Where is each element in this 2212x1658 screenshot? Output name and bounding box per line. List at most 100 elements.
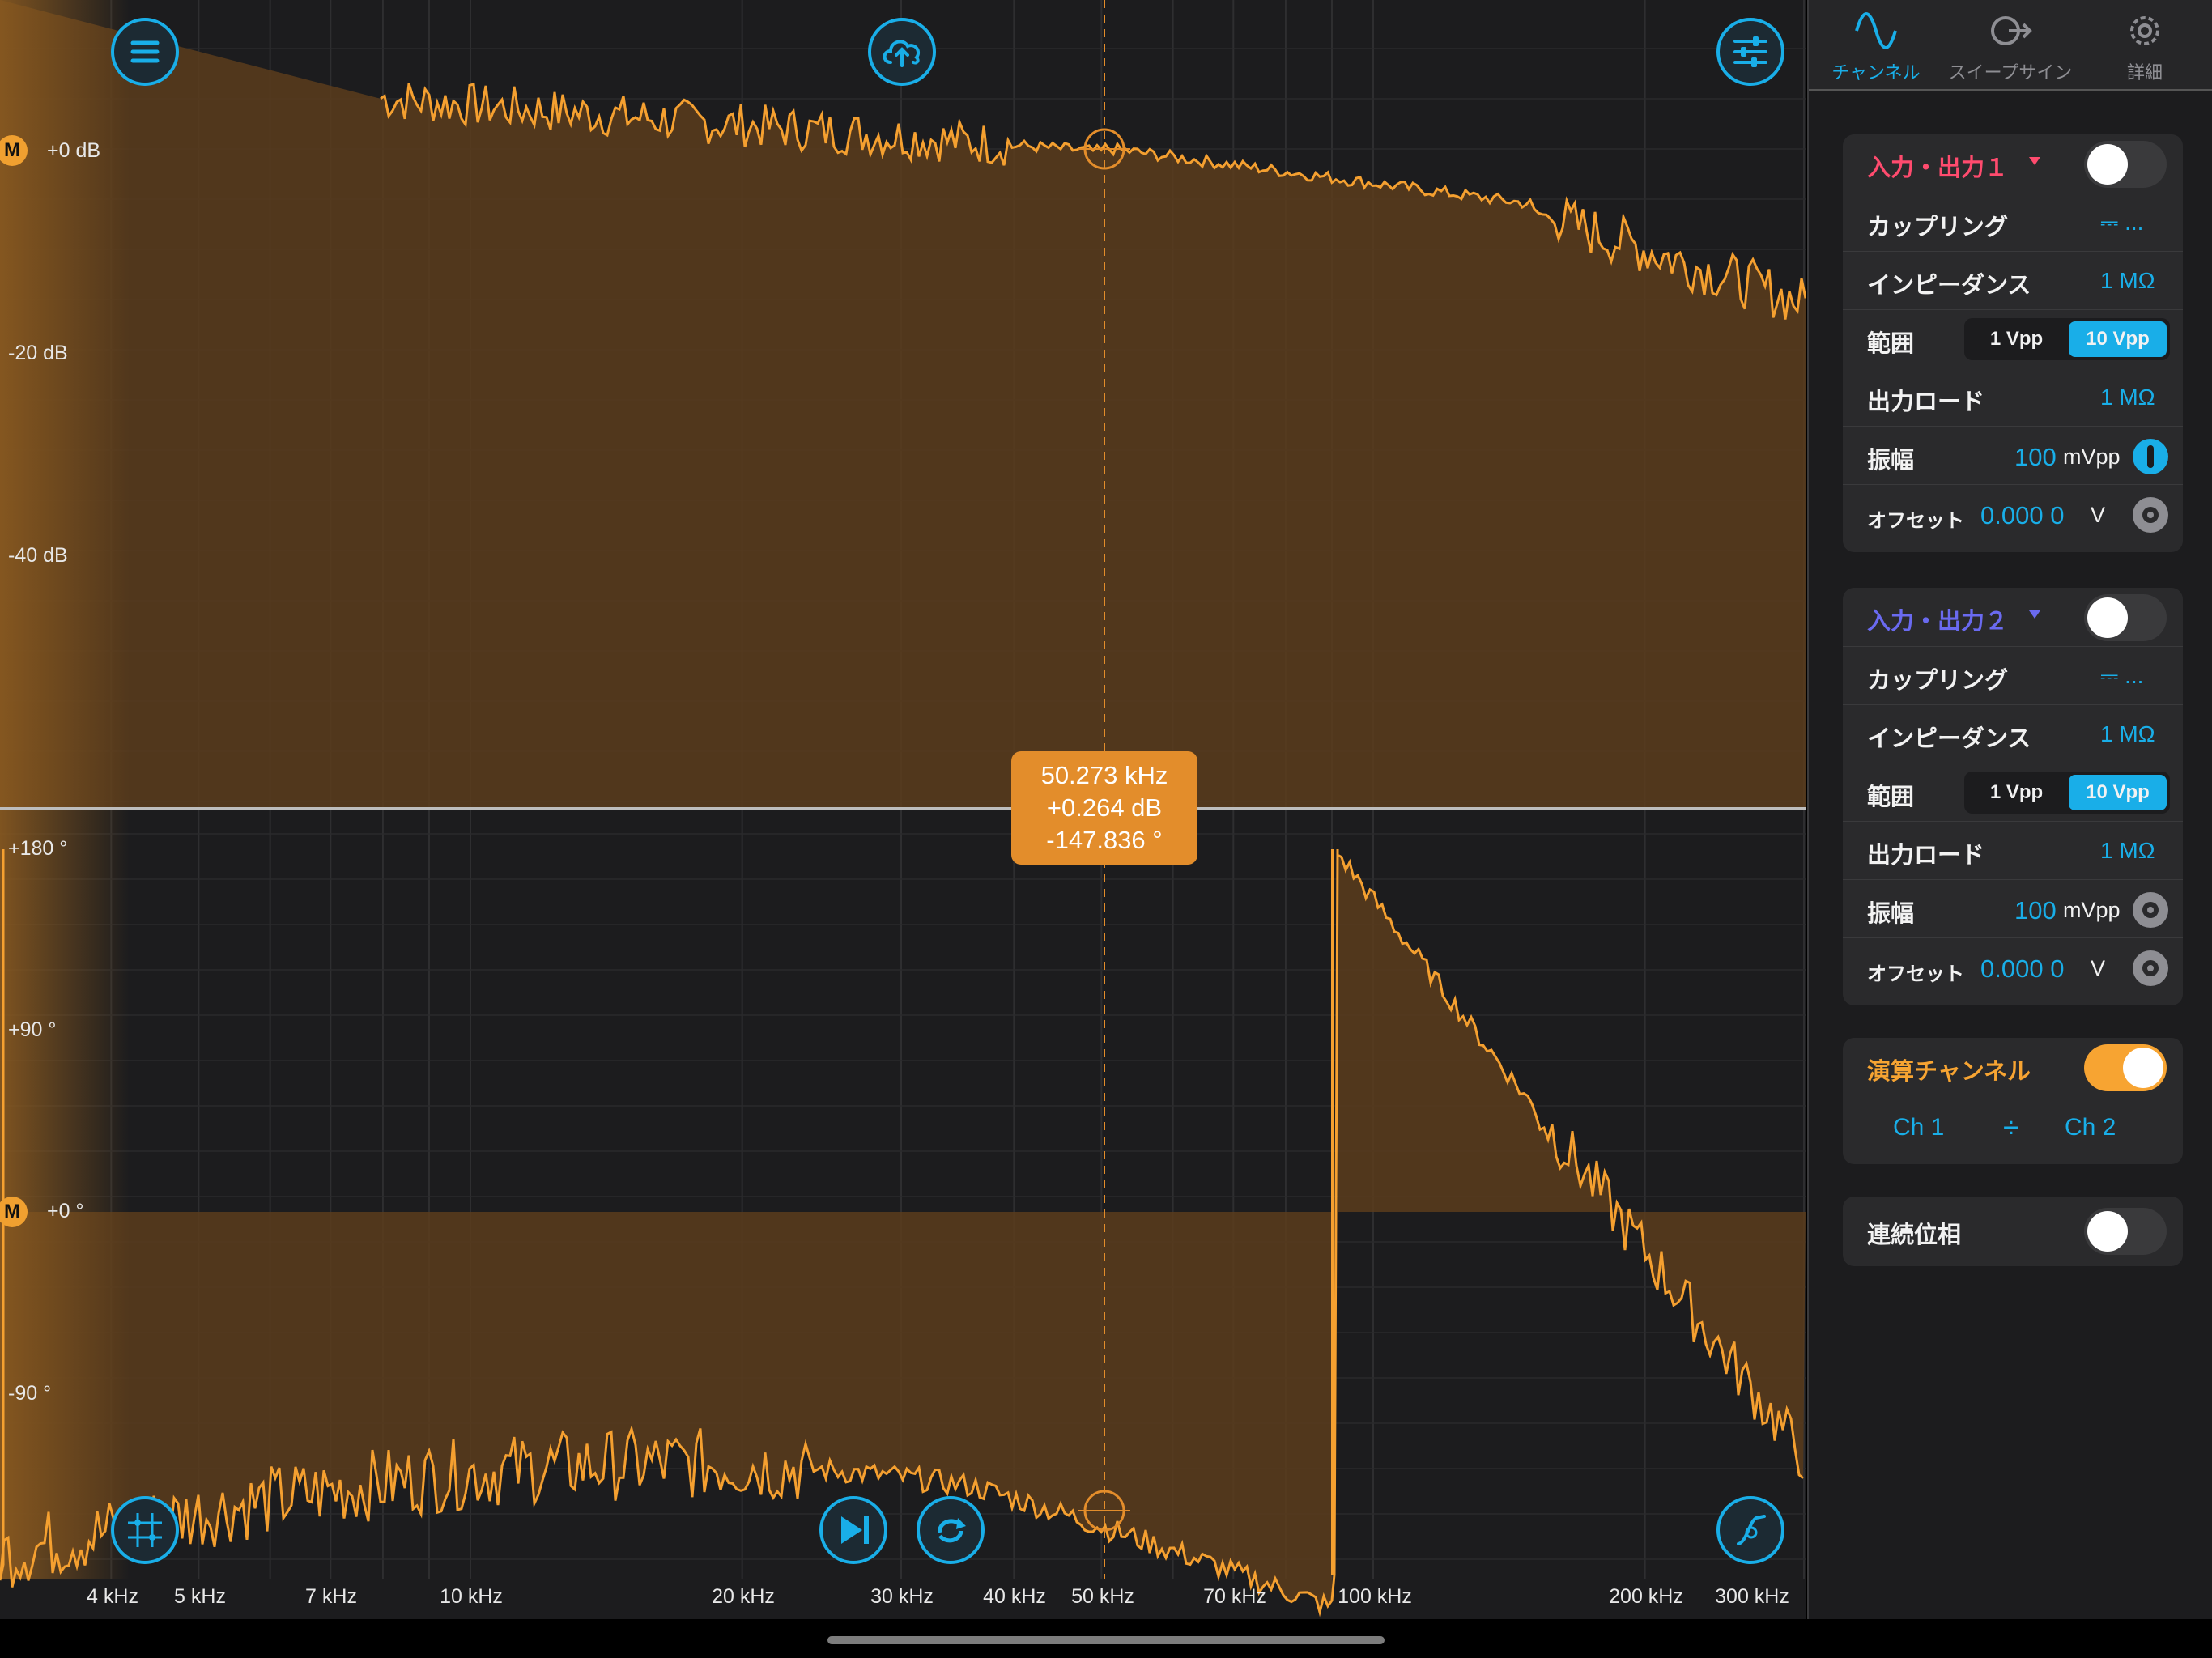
ch2-range-segmented[interactable]: 1 Vpp 10 Vpp — [1964, 772, 2170, 814]
settings-sidebar: チャンネル スイープサイン 詳細 入力・出力１ カップリング ⎓ ... インピ… — [1807, 0, 2212, 1619]
ch1-coupling-row[interactable]: カップリング ⎓ ... — [1843, 193, 2183, 252]
tab-details[interactable]: 詳細 — [2078, 0, 2212, 89]
cloud-upload-icon[interactable] — [868, 18, 936, 86]
ch2-load-value[interactable]: 1 MΩ — [2100, 838, 2155, 864]
toggle-knob — [2087, 597, 2128, 638]
phase-tick-180: +180 ° — [8, 837, 68, 860]
freq-tick: 10 kHz — [440, 1585, 503, 1608]
ch2-impedance-value[interactable]: 1 MΩ — [2100, 721, 2155, 747]
sliders-icon[interactable] — [1716, 18, 1784, 86]
ch2-load-row[interactable]: 出力ロード 1 MΩ — [1843, 821, 2183, 880]
grid-icon[interactable] — [111, 1496, 179, 1564]
skip-forward-icon[interactable] — [819, 1496, 887, 1564]
ch1-dropdown-icon[interactable] — [2029, 157, 2040, 165]
ch1-offset-value[interactable]: 0.000 0 — [1980, 501, 2064, 530]
phase-fill-positive — [1338, 855, 1806, 1478]
plot-canvas[interactable] — [0, 0, 1806, 1619]
cursor-frequency: 50.273 kHz — [1040, 761, 1168, 789]
ch1-range-label: 範囲 — [1867, 331, 1915, 357]
math-title: 演算チャンネル — [1867, 1059, 2031, 1085]
toggle-knob — [2087, 1211, 2128, 1252]
ch2-coupling-value[interactable]: ⎓ ... — [2100, 663, 2143, 690]
freq-tick: 300 kHz — [1715, 1585, 1789, 1608]
ch1-offset-unit: V — [2091, 503, 2106, 527]
math-operator[interactable]: ÷ — [2003, 1111, 2019, 1145]
bode-plot[interactable]: +0 dB -20 dB -40 dB M +180 ° +90 ° +0 ° … — [0, 0, 1806, 1619]
ch2-offset-row: オフセット 0.000 0 V — [1843, 937, 2183, 997]
continuous-phase-toggle[interactable] — [2084, 1208, 2167, 1255]
ch2-load-label: 出力ロード — [1867, 843, 1985, 869]
tab-details-label: 詳細 — [2126, 62, 2163, 83]
ch2-impedance-row[interactable]: インピーダンス 1 MΩ — [1843, 704, 2183, 763]
ch1-impedance-label: インピーダンス — [1867, 273, 2031, 299]
cursor-phase: -147.836 ° — [1046, 826, 1163, 854]
channel2-card: 入力・出力２ カップリング ⎓ ... インピーダンス 1 MΩ 範囲 1 Vp… — [1843, 588, 2183, 1005]
ch2-range-10vpp[interactable]: 10 Vpp — [2069, 775, 2167, 810]
ch2-title[interactable]: 入力・出力２ — [1867, 602, 2008, 636]
ch2-amplitude-value[interactable]: 100 — [2014, 896, 2057, 925]
home-indicator[interactable] — [827, 1636, 1385, 1644]
ch2-header-row: 入力・出力２ — [1843, 588, 2183, 646]
ch2-range-label: 範囲 — [1867, 784, 1915, 810]
sine-wave-icon — [1855, 12, 1897, 49]
ch1-title[interactable]: 入力・出力１ — [1867, 149, 2008, 183]
ch1-range-row: 範囲 1 Vpp 10 Vpp — [1843, 309, 2183, 368]
ch2-amplitude-unit: mVpp — [2063, 898, 2121, 922]
ch2-offset-knob-icon[interactable] — [2133, 950, 2168, 986]
math-header-row: 演算チャンネル — [1843, 1038, 2183, 1096]
ch1-offset-knob-icon[interactable] — [2133, 497, 2168, 533]
magnitude-fill — [0, 0, 1806, 807]
ch2-coupling-row[interactable]: カップリング ⎓ ... — [1843, 646, 2183, 705]
ch1-coupling-value[interactable]: ⎓ ... — [2100, 210, 2143, 236]
ch1-amplitude-value[interactable]: 100 — [2014, 443, 2057, 472]
phase-fill-negative — [0, 1212, 1334, 1613]
repeat-icon[interactable] — [917, 1496, 985, 1564]
toggle-knob — [2087, 144, 2128, 185]
phase-tick-minus90: -90 ° — [8, 1382, 52, 1405]
freq-tick: 5 kHz — [174, 1585, 226, 1608]
toggle-knob — [2123, 1048, 2163, 1088]
ch1-range-segmented[interactable]: 1 Vpp 10 Vpp — [1964, 318, 2170, 360]
freq-tick: 50 kHz — [1071, 1585, 1134, 1608]
sweep-icon — [1991, 16, 2032, 45]
ch2-impedance-label: インピーダンス — [1867, 726, 2031, 752]
magnitude-edge-shade — [0, 0, 130, 807]
freq-tick: 20 kHz — [712, 1585, 775, 1608]
pane-divider[interactable] — [0, 807, 1806, 810]
cursor-readout[interactable]: 50.273 kHz +0.264 dB -147.836 ° — [1011, 751, 1197, 865]
ch1-coupling-label: カップリング — [1867, 215, 2009, 240]
ch1-impedance-value[interactable]: 1 MΩ — [2100, 268, 2155, 294]
magnitude-tick-0db: +0 dB — [47, 139, 101, 162]
continuous-phase-label: 連続位相 — [1867, 1222, 1962, 1248]
ch1-load-row[interactable]: 出力ロード 1 MΩ — [1843, 368, 2183, 427]
freq-tick: 30 kHz — [870, 1585, 934, 1608]
ch2-dropdown-icon[interactable] — [2029, 610, 2040, 619]
ch1-range-1vpp[interactable]: 1 Vpp — [1967, 321, 2065, 357]
tab-channel[interactable]: チャンネル — [1809, 0, 1943, 89]
magnitude-tick-minus40db: -40 dB — [8, 544, 68, 567]
freq-tick: 4 kHz — [87, 1585, 138, 1608]
ch2-amplitude-label: 振幅 — [1867, 901, 1915, 927]
ch1-range-10vpp[interactable]: 10 Vpp — [2069, 321, 2167, 357]
ch2-toggle[interactable] — [2084, 594, 2167, 641]
magnitude-tick-minus20db: -20 dB — [8, 342, 68, 364]
ch1-amplitude-knob-icon[interactable] — [2133, 439, 2168, 474]
trigger-icon[interactable] — [1716, 1496, 1784, 1564]
hamburger-menu-icon[interactable] — [111, 18, 179, 86]
ch1-impedance-row[interactable]: インピーダンス 1 MΩ — [1843, 251, 2183, 310]
ch1-amplitude-unit: mVpp — [2063, 444, 2121, 469]
ch1-amplitude-label: 振幅 — [1867, 448, 1915, 474]
math-expression-row: Ch 1 ÷ Ch 2 — [1843, 1096, 2183, 1164]
ch1-load-value[interactable]: 1 MΩ — [2100, 385, 2155, 410]
tab-channel-label: チャンネル — [1831, 62, 1921, 83]
math-operand-a[interactable]: Ch 1 — [1893, 1114, 1944, 1141]
tab-sweep[interactable]: スイープサイン — [1943, 0, 2078, 89]
ch2-amplitude-knob-icon[interactable] — [2133, 892, 2168, 928]
math-toggle[interactable] — [2084, 1044, 2167, 1091]
ch1-toggle[interactable] — [2084, 141, 2167, 188]
ch2-range-1vpp[interactable]: 1 Vpp — [1967, 775, 2065, 810]
phase-tick-90: +90 ° — [8, 1018, 57, 1041]
ch2-amplitude-row: 振幅 100 mVpp — [1843, 879, 2183, 938]
ch2-offset-value[interactable]: 0.000 0 — [1980, 954, 2064, 984]
math-operand-b[interactable]: Ch 2 — [2065, 1114, 2116, 1141]
